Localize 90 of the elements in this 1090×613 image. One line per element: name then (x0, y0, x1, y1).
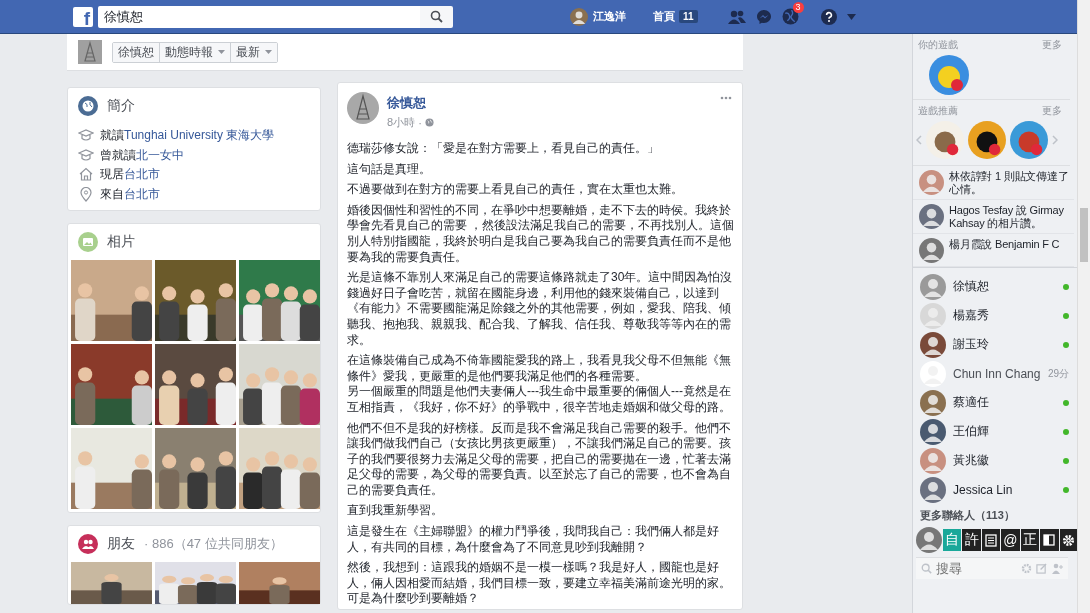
contact-item[interactable]: 徐慎恕 (913, 272, 1078, 301)
link[interactable]: 台北市 (124, 186, 160, 201)
search-icon (921, 563, 932, 574)
post-paragraph: 這是發生在《主婦聯盟》的權力鬥爭後，我問我自己：我們倆人都是好人，有共同的目標，為什麼會為了不同意見吵到我離開？ (347, 524, 720, 556)
intro-text: 來自 台北市 (100, 186, 160, 202)
caret-icon[interactable] (846, 13, 856, 20)
section-title: 你的遊戲 (918, 38, 958, 52)
link[interactable]: Tunghai University 東海大學 (124, 128, 275, 142)
contact-item[interactable]: 王伯輝 (913, 417, 1078, 446)
avatar (920, 447, 946, 474)
intro-text: 就讀Tunghai University 東海大學 (100, 128, 275, 143)
section-title: 遊戲推薦 (918, 104, 958, 118)
card-title: 朋友 (107, 534, 135, 553)
help-icon[interactable] (820, 8, 837, 25)
toolbar-key[interactable] (1040, 529, 1059, 551)
post-paragraph: 不過要做到在對方的需要上看見自己的責任，實在太重也太難。 (347, 182, 684, 198)
dropdown-button[interactable]: 徐慎恕 (113, 42, 160, 62)
activity-text[interactable]: 楊月霞說 Benjamin F C (949, 238, 1060, 251)
card-title: 相片 (107, 232, 135, 251)
toolbar-key[interactable]: 許 (962, 529, 981, 551)
last-seen: 29分 (1047, 366, 1069, 381)
avatar (919, 238, 944, 263)
avatar (920, 418, 946, 445)
messenger-icon[interactable] (755, 8, 772, 25)
post-paragraph: 然後，我想到：這跟我的婚姻不是一模一樣嗎？我是好人，國龍也是好人，倆人因相愛而結婚，我們目標一致，要建立幸福美滿前途光明的家。可是為什麼吵到要離婚？ (347, 560, 732, 608)
avatar (916, 527, 942, 553)
search-button[interactable] (420, 5, 453, 28)
avatar (570, 7, 588, 26)
avatar (919, 204, 944, 229)
card-title: 簡介 (107, 97, 135, 115)
graduation-cap-icon (78, 147, 94, 162)
globe-icon[interactable] (781, 8, 799, 25)
contact-item[interactable]: Jessica Lin (913, 475, 1078, 504)
avatar (920, 331, 946, 358)
more-contacts-link[interactable]: 更多聯絡人（113） (913, 504, 1078, 527)
contact-item[interactable]: 楊嘉秀 (913, 301, 1078, 330)
more-icon[interactable] (720, 96, 732, 100)
notification-badge: 3 (792, 2, 804, 13)
separator: · (418, 116, 422, 129)
post-paragraph: 在這條裝備自己成為不倚靠國龍愛我的路上，我看見我父母不但無能《無條件》愛我，更嚴重的是他們要我滿足他們的各種需要。 (347, 353, 732, 385)
location-pin-icon (78, 186, 94, 202)
activity-text[interactable]: 林依諄對 1 則貼文傳達了心情。 (949, 170, 1072, 196)
post-paragraph: 德瑞莎修女說：「愛是在對方需要上，看見自己的責任。」 (347, 141, 660, 157)
avatar (347, 92, 379, 124)
author-name[interactable]: 徐慎恕 (387, 94, 434, 112)
logo[interactable]: f (73, 6, 93, 27)
globe-icon (78, 96, 98, 116)
post-paragraph: 他們不但不是我的好榜樣。反而是我不會滿足我自己需要的殺手。他們不讓我們做我們自己（女孩比男孩更嚴重），不讓我們滿足自己的需要。孩子的我們要很努力去滿足父母的需要，把自己的需要拋在一邊，忙著去滿足父母的需要，為父母的需要負責。以至於忘了自己的需要，也不會為自己的需要負責任。 (347, 420, 732, 499)
search-field[interactable]: 徐慎恕 (98, 5, 420, 28)
post-paragraph: 婚後因個性和習性的不同，在爭吵中想要離婚，走不下去的時侯。我終於學會先看見自己的需要 ，然後設法滿足我自己的需要，不再找別人。這個別人特別指國龍，我終於明白是我自己要為我自己的需要負責任而不是他要為我的需要負責任。 (347, 202, 736, 266)
home-link[interactable]: 首頁 11 (653, 9, 698, 24)
user-name[interactable]: 江逸洋 (593, 9, 626, 24)
intro-text: 現居台北市 (100, 167, 160, 182)
post-paragraph: 這句話是真理。 (347, 161, 432, 178)
contact-item[interactable]: 蔡適任 (913, 388, 1078, 417)
contact-item[interactable]: Chun Inn Chang 29分 (913, 359, 1078, 388)
post-paragraph: 光是這條不靠別人來滿足自己的需要這條路就走了30年。這中間因為怕沒錢過好日子會吃苦，就留在國龍身邊，利用他的錢來裝備自己，以達到《有能力》不需要國龍滿足除錢之外的其他需要，例如，愛我、陪我、傾聽我、抱抱我、親親我、配合我、了解我、信任我、尊敬我等等內在的需求。 (347, 270, 734, 349)
intro-text: 曾就讀北一女中 (100, 147, 184, 162)
scrollbar-thumb[interactable] (1080, 208, 1088, 262)
globe-icon (424, 118, 434, 127)
contrast-icon (1043, 534, 1056, 546)
contact-item[interactable]: 黃兆徽 (913, 446, 1078, 475)
toolbar-key[interactable]: 正 (1020, 529, 1040, 551)
activity-text[interactable]: Hagos Tesfay 說 Girmay Kahsay 的相片讚。 (949, 204, 1072, 230)
photo-icon (78, 231, 98, 252)
friends-icon[interactable] (727, 9, 746, 24)
document-icon (985, 533, 998, 547)
avatar (920, 476, 946, 503)
search-icon (430, 10, 443, 23)
toolbar-key[interactable] (981, 529, 1001, 551)
avatar (920, 389, 946, 416)
settings-icon (1062, 533, 1076, 547)
avatar (920, 302, 946, 329)
game-icon[interactable] (968, 121, 1006, 159)
link[interactable]: 台北市 (124, 167, 160, 181)
post-paragraph: 直到我重新學習。 (347, 503, 444, 520)
search-field[interactable]: 搜尋 (936, 561, 1017, 576)
friends-icon (78, 533, 98, 554)
toolbar-key[interactable]: @ (1001, 529, 1020, 551)
toolbar-key[interactable] (1059, 529, 1078, 551)
contact-item[interactable]: 謝玉玲 (913, 330, 1078, 359)
post-paragraph: 另一個嚴重的問題是他們夫妻倆人---我生命中最重要的倆個人---竟然是在互相指責，《我好，你不好》的爭戰中，很辛苦地走婚姻和做父母的路。 (347, 384, 732, 416)
graduation-cap-icon (78, 128, 94, 143)
house-icon (78, 167, 94, 182)
avatar (78, 40, 102, 64)
search-bar[interactable]: 搜尋 (916, 557, 1068, 579)
friend-count: · 886（47 位共同朋友） (144, 534, 283, 553)
link[interactable]: 北一女中 (136, 147, 184, 162)
avatar (919, 170, 944, 195)
avatar (920, 273, 946, 300)
